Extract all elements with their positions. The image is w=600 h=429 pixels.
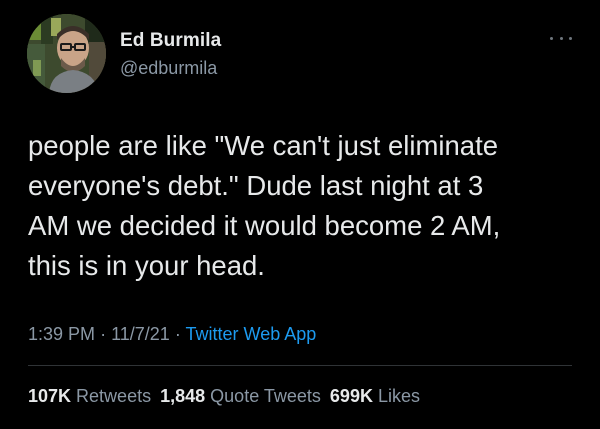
dot: [550, 36, 553, 40]
likes-count: 699K: [329, 386, 373, 406]
tweet-source-link[interactable]: Twitter Web App: [186, 324, 317, 344]
dot: [559, 36, 563, 40]
author-avatar[interactable]: [27, 14, 106, 93]
quote-tweets-stat[interactable]: 1,848 Quote Tweets: [160, 386, 326, 406]
dot: [569, 36, 572, 40]
tweet-meta: 1:39 PM · 11/7/21 · Twitter Web App: [28, 324, 316, 345]
tweet-text: people are like "We can't just eliminate…: [28, 130, 501, 281]
profile-photo-icon: [27, 14, 106, 93]
divider: [28, 365, 572, 366]
tweet-time[interactable]: 1:39 PM: [28, 324, 95, 344]
tweet-date[interactable]: 11/7/21: [111, 324, 170, 344]
meta-separator: ·: [100, 324, 107, 344]
likes-label: Likes: [377, 386, 420, 406]
quote-tweets-count: 1,848: [160, 386, 206, 406]
author-name[interactable]: Ed Burmila: [120, 30, 221, 52]
tweet-stats: 107K Retweets 1,848 Quote Tweets 699K Li…: [28, 386, 424, 407]
retweets-label: Retweets: [76, 386, 152, 406]
more-dots-icon[interactable]: [550, 33, 572, 43]
author-handle[interactable]: @edburmila: [120, 58, 217, 79]
tweet-card: Ed Burmila @edburmila people are like "W…: [0, 0, 600, 429]
meta-separator: ·: [174, 324, 181, 344]
retweets-count: 107K: [28, 386, 72, 406]
quote-tweets-label: Quote Tweets: [210, 386, 321, 406]
retweets-stat[interactable]: 107K Retweets: [28, 386, 156, 406]
likes-stat[interactable]: 699K Likes: [330, 386, 420, 406]
